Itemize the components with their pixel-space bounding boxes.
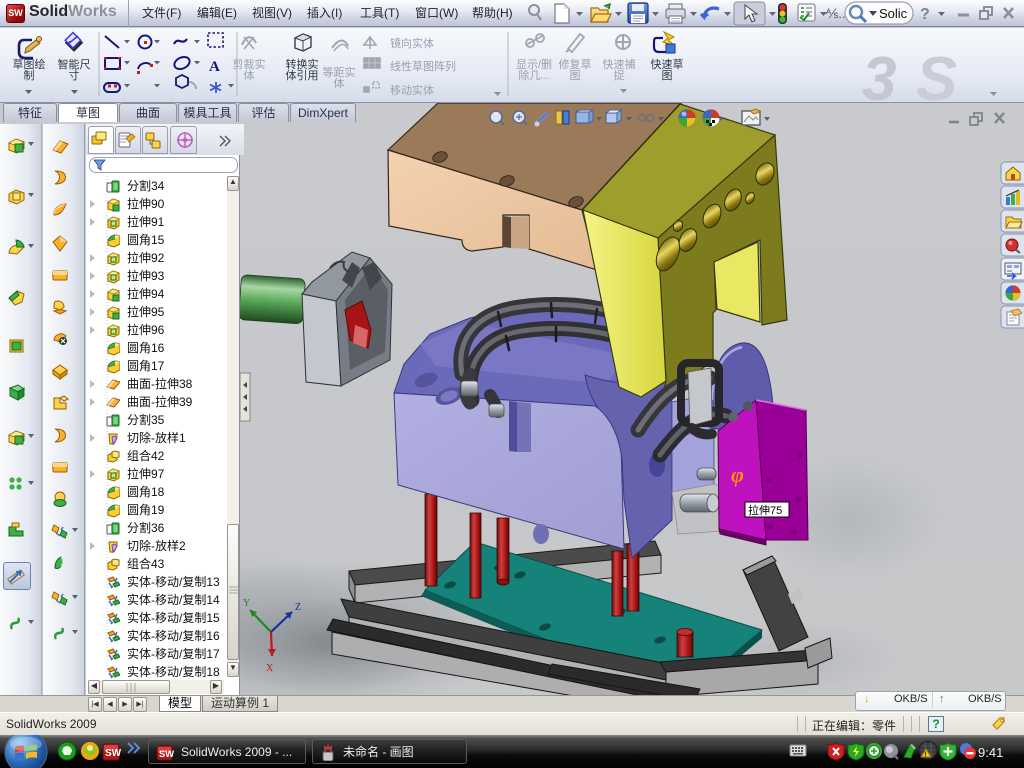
svg-text:SW: SW <box>105 748 122 759</box>
svg-text:A: A <box>209 59 220 75</box>
svg-text:Solic: Solic <box>879 6 908 21</box>
svg-text:⅍..: ⅍.. <box>826 6 845 21</box>
svg-text:3: 3 <box>862 45 896 102</box>
svg-text:Z: Z <box>295 602 301 613</box>
svg-text:!: ! <box>924 752 926 759</box>
svg-text:φ: φ <box>731 462 744 487</box>
svg-text:S: S <box>916 45 957 102</box>
svg-text:拉伸75: 拉伸75 <box>748 503 782 517</box>
svg-text:?: ? <box>920 6 930 23</box>
svg-text:X: X <box>266 663 274 674</box>
svg-text:SW: SW <box>159 749 174 760</box>
svg-text:Y: Y <box>243 598 250 609</box>
